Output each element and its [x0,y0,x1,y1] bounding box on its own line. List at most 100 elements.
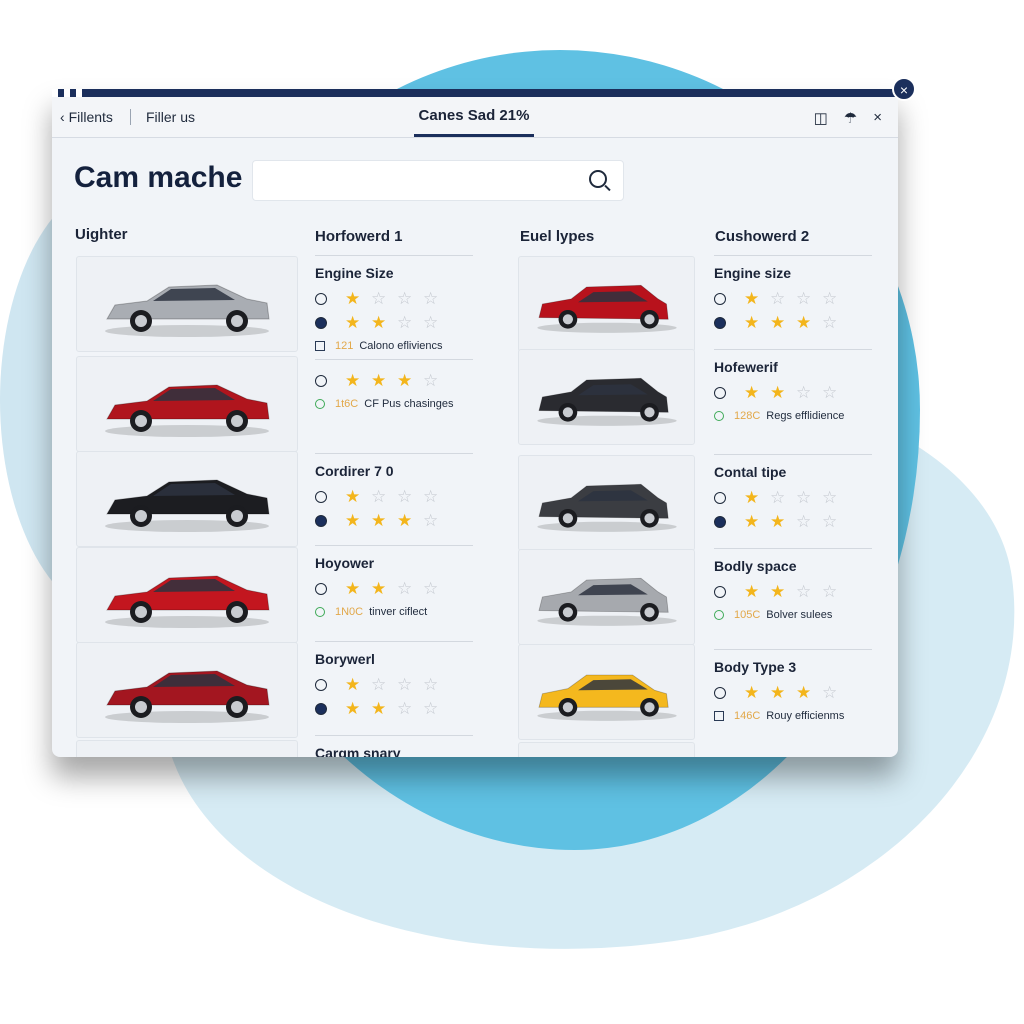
divider [714,255,872,256]
star-icon: ★ [345,511,361,530]
star-icon: ★ [397,511,413,530]
efficiency-value: 128C [734,410,761,422]
efficiency-value: 1N0C [335,606,364,618]
star-icon: ★ [744,289,760,308]
star-icon: ☆ [822,289,838,308]
tab-active[interactable]: Canes Sad 21% [414,107,534,137]
car-card[interactable] [518,549,695,645]
rating-type-icon [714,293,726,305]
spec-item: Engine Size ★ ☆ ☆ ☆ ★ ★ ☆ ☆ 121 Calono efliviencs [315,265,473,357]
star-rating: ★ ☆ ☆ ☆ [714,486,872,510]
spec-title: Cordirer 7 0 [315,463,394,479]
star-icon: ★ [770,582,786,601]
search-icon[interactable] [589,170,607,188]
star-icon: ☆ [397,289,413,308]
star-icon: ☆ [822,313,838,332]
car-card[interactable] [518,742,695,757]
star-icon: ★ [345,699,361,718]
car-card[interactable] [76,256,298,352]
star-icon: ☆ [397,313,413,332]
efficiency-value: 1t6C [335,398,359,410]
spec-title: Engine size [714,265,792,281]
car-image [97,470,277,539]
star-icon: ★ [345,371,361,390]
floating-close-button[interactable]: × [892,77,916,101]
efficiency-label: Bolver sulees [766,609,833,621]
car-card[interactable] [76,547,298,643]
star-icon: ☆ [822,383,838,402]
star-icon: ☆ [397,487,413,506]
divider [714,454,872,455]
filter-link[interactable]: Filler us [146,109,195,125]
star-icon: ☆ [423,699,439,718]
rating-type-icon [315,703,327,715]
bell-icon[interactable]: ☂ [844,109,857,127]
star-rating: ★ ★ ★ ☆ [315,509,473,533]
car-card[interactable] [76,356,298,452]
star-rating: ★ ★ ★ ☆ [714,311,872,335]
divider [714,649,872,650]
star-rating: ★ ★ ☆ ☆ [315,697,473,721]
app-window: ‹ Fillents Filler us Canes Sad 21% ◫ ☂ ×… [52,89,898,757]
column-header-2: Horfowerd 1 [315,228,403,245]
close-icon[interactable]: × [873,109,882,127]
star-icon: ★ [371,511,387,530]
efficiency-row: 105C Bolver sulees [714,604,872,626]
star-icon: ★ [345,487,361,506]
star-icon: ☆ [423,289,439,308]
star-icon: ★ [770,313,786,332]
star-icon: ★ [345,289,361,308]
car-image [97,661,277,730]
spec-item: Hofewerif ★ ★ ☆ ☆ 128C Regs efflidience [714,359,872,427]
star-icon: ☆ [423,675,439,694]
columns-icon[interactable]: ◫ [814,109,828,127]
star-rating: ★ ★ ☆ ☆ [714,381,872,405]
search-input[interactable] [252,160,624,201]
column-header-1: Uighter [75,226,128,243]
star-rating: ★ ★ ☆ ☆ [315,577,473,601]
car-card[interactable] [518,349,695,445]
star-icon: ★ [744,488,760,507]
spec-item: Contal tipe ★ ☆ ☆ ☆ ★ ★ ☆ ☆ [714,464,872,534]
star-rating: ★ ☆ ☆ ☆ [315,485,473,509]
rating-type-icon [714,586,726,598]
car-card[interactable] [518,644,695,740]
efficiency-label: Rouy efficienms [766,710,845,722]
star-icon: ★ [744,683,760,702]
star-icon: ★ [371,699,387,718]
car-card[interactable] [518,256,695,352]
star-icon: ☆ [770,488,786,507]
car-card[interactable] [76,451,298,547]
star-icon: ☆ [371,487,387,506]
star-rating: ★ ★ ☆ ☆ [714,580,872,604]
star-icon: ☆ [822,582,838,601]
efficiency-icon [315,341,325,351]
rating-type-icon [315,375,327,387]
star-icon: ★ [371,313,387,332]
car-card[interactable] [76,740,298,757]
divider [315,255,473,256]
spec-item: Cordirer 7 0 ★ ☆ ☆ ☆ ★ ★ ★ ☆ [315,463,473,533]
car-image [530,479,683,538]
efficiency-row: 121 Calono efliviencs [315,335,473,357]
spec-title: Engine Size [315,265,394,281]
rating-type-icon [714,317,726,329]
efficiency-value: 105C [734,609,761,621]
efficiency-row: 146C Rouy efficienms [714,705,872,727]
efficiency-icon [714,711,724,721]
star-icon: ☆ [423,579,439,598]
star-icon: ☆ [796,289,812,308]
car-card[interactable] [518,455,695,551]
car-image [530,373,683,432]
car-image [530,573,683,632]
car-card[interactable] [76,642,298,738]
efficiency-icon [714,411,724,421]
star-icon: ★ [744,383,760,402]
car-image [97,275,277,344]
rating-type-icon [315,491,327,503]
rating-type-icon [315,515,327,527]
rating-type-icon [315,317,327,329]
back-link[interactable]: ‹ Fillents [60,109,113,125]
star-icon: ★ [397,371,413,390]
efficiency-label: CF Pus chasinges [364,398,454,410]
